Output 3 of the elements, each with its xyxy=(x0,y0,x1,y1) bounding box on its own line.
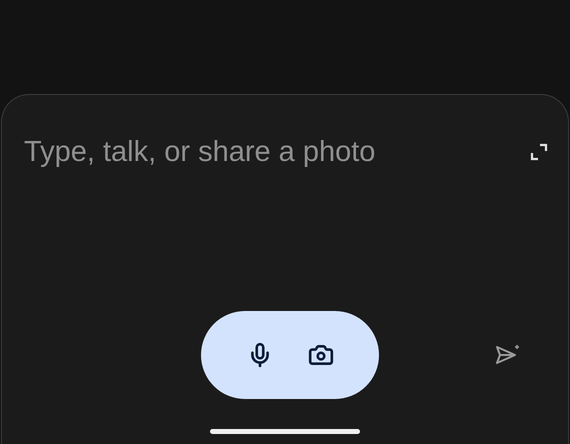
expand-icon[interactable] xyxy=(530,143,548,161)
send-icon[interactable] xyxy=(494,343,522,367)
prompt-field[interactable]: Type, talk, or share a photo xyxy=(24,131,522,174)
